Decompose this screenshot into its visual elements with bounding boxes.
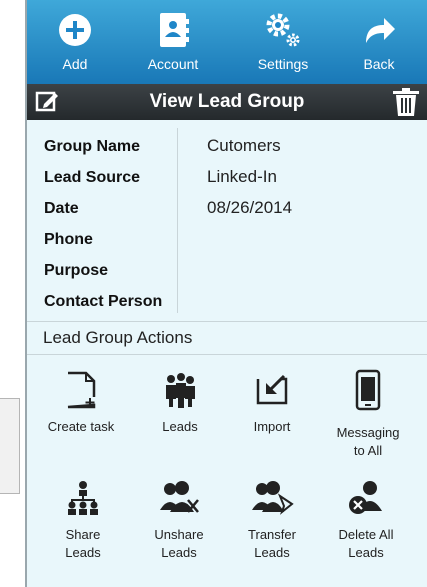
phone-row: Phone — [44, 225, 414, 256]
transfer-leads-label-1: Transfer — [248, 527, 296, 542]
account-button[interactable]: Account — [133, 6, 213, 72]
back-button[interactable]: Back — [339, 6, 419, 72]
app-screen: Add Account Settings Back View Lead Grou… — [25, 0, 427, 587]
share-leads-label-1: Share — [65, 527, 101, 542]
people-icon — [132, 362, 228, 418]
plus-circle-icon — [35, 6, 115, 54]
messaging-label-2: to All — [353, 443, 383, 458]
delete-all-leads-label-1: Delete All — [338, 527, 394, 542]
purpose-row: Purpose — [44, 256, 414, 287]
purpose-label: Purpose — [44, 262, 109, 279]
actions-header-label: Lead Group Actions — [43, 328, 193, 347]
settings-button[interactable]: Settings — [243, 6, 323, 72]
settings-label: Settings — [257, 56, 309, 72]
messaging-label-1: Messaging — [336, 425, 400, 440]
leads-label: Leads — [162, 419, 198, 434]
back-label: Back — [363, 56, 395, 72]
group-name-value: Cutomers — [207, 136, 281, 155]
new-document-icon — [33, 362, 129, 418]
transfer-people-icon — [224, 470, 320, 526]
add-label: Add — [62, 56, 88, 72]
toolbar: Add Account Settings Back — [27, 0, 427, 84]
delete-people-icon — [318, 470, 414, 526]
share-leads-button[interactable]: Share Leads — [35, 470, 131, 562]
add-button[interactable]: Add — [35, 6, 115, 72]
date-value: 08/26/2014 — [207, 198, 293, 217]
lead-source-value: Linked-In — [207, 167, 277, 186]
group-name-label: Group Name — [44, 138, 141, 155]
date-row: Date 08/26/2014 — [44, 194, 414, 225]
group-name-row: Group Name Cutomers — [44, 132, 414, 163]
create-task-button[interactable]: Create task — [33, 362, 129, 436]
share-leads-label-2: Leads — [65, 545, 101, 560]
title-bar: View Lead Group — [27, 84, 427, 120]
gears-icon — [243, 6, 323, 54]
account-label: Account — [147, 56, 199, 72]
lead-source-label: Lead Source — [44, 169, 141, 186]
contact-person-row: Contact Person — [44, 287, 414, 318]
page-title: View Lead Group — [149, 91, 305, 112]
import-label: Import — [253, 419, 291, 434]
trash-icon[interactable] — [391, 87, 421, 122]
lead-group-details: Group Name Cutomers Lead Source Linked-I… — [27, 120, 427, 320]
delete-all-leads-label-2: Leads — [348, 545, 384, 560]
unshare-leads-label-1: Unshare — [154, 527, 204, 542]
address-book-icon — [133, 6, 213, 54]
mobile-phone-icon — [320, 362, 416, 418]
unshare-leads-label-2: Leads — [161, 545, 197, 560]
import-button[interactable]: Import — [224, 362, 320, 436]
share-arrow-icon — [339, 6, 419, 54]
unshare-people-icon — [131, 470, 227, 526]
background-window-edge — [0, 398, 20, 494]
messaging-button[interactable]: Messaging to All — [320, 362, 416, 460]
transfer-leads-button[interactable]: Transfer Leads — [224, 470, 320, 562]
lead-source-row: Lead Source Linked-In — [44, 163, 414, 194]
share-hierarchy-icon — [35, 470, 131, 526]
delete-all-leads-button[interactable]: Delete All Leads — [318, 470, 414, 562]
import-icon — [224, 362, 320, 418]
contact-person-label: Contact Person — [44, 293, 163, 310]
phone-label: Phone — [44, 231, 93, 248]
transfer-leads-label-2: Leads — [254, 545, 290, 560]
date-label: Date — [44, 200, 79, 217]
unshare-leads-button[interactable]: Unshare Leads — [131, 470, 227, 562]
leads-button[interactable]: Leads — [132, 362, 228, 436]
actions-header: Lead Group Actions — [27, 321, 427, 355]
create-task-label: Create task — [47, 419, 115, 434]
